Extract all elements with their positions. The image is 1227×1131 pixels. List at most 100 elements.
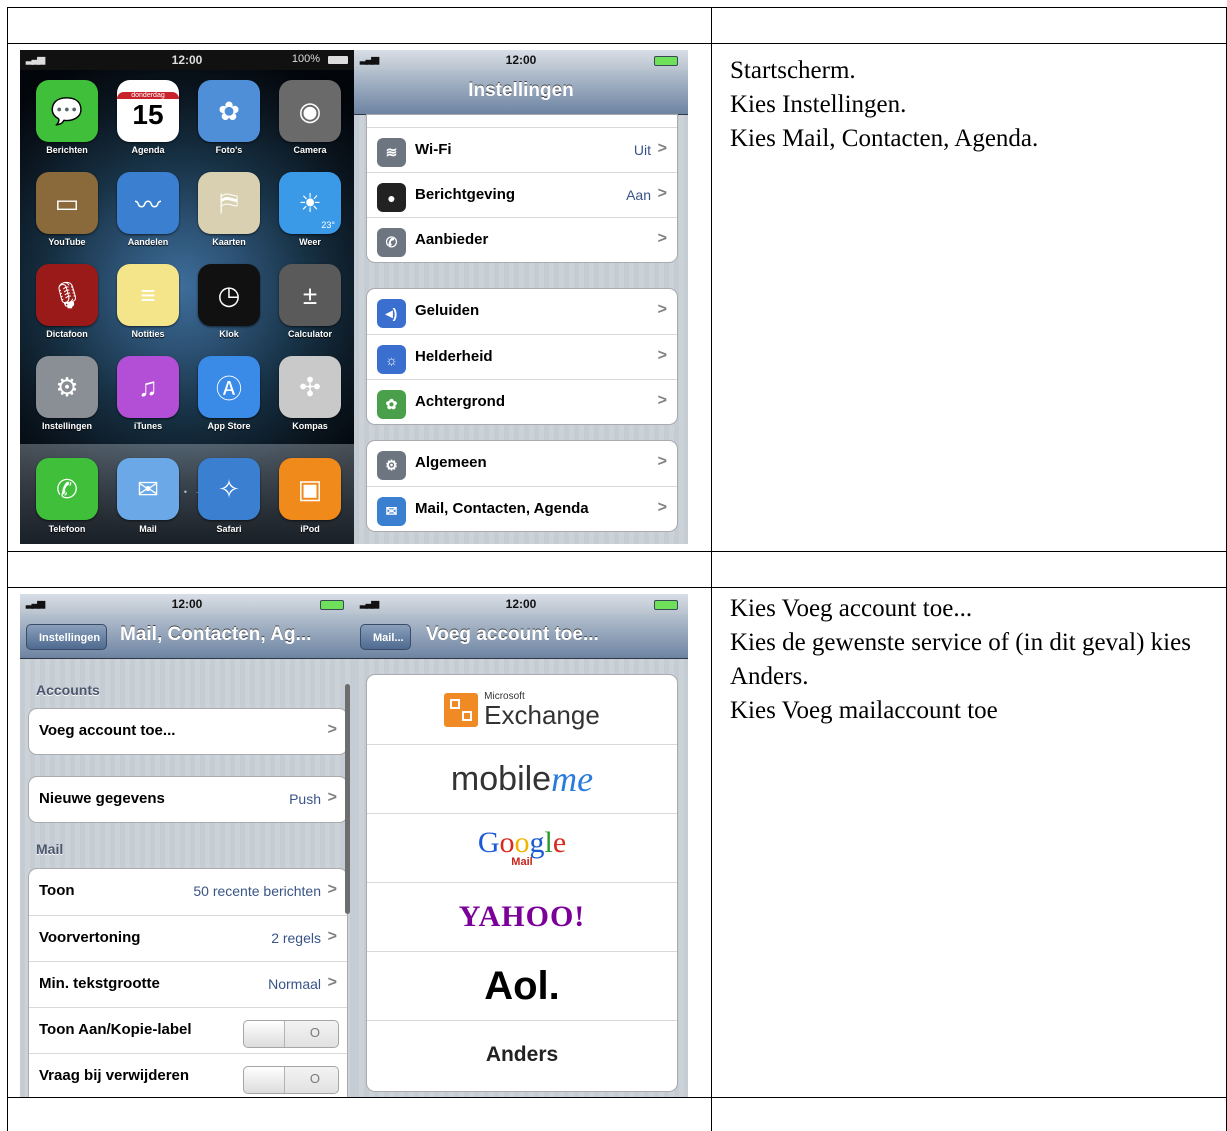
messages-icon[interactable]: 💬	[36, 80, 98, 142]
settings-row[interactable]: ⚙ Algemeen >	[367, 441, 677, 486]
ipod-icon[interactable]: ▣	[279, 458, 341, 520]
nav-title: Instellingen	[468, 80, 574, 101]
weather-temp: 23°	[321, 220, 335, 230]
instruction-line: Kies Voeg mailaccount toe	[730, 697, 998, 724]
toggle-state: O	[309, 1071, 320, 1086]
settings-row[interactable]: ✿ Achtergrond >	[367, 379, 677, 424]
app-label: Telefoon	[48, 524, 86, 534]
fetch-new-data-row[interactable]: Nieuwe gegevens Push >	[29, 777, 347, 822]
calculator-icon[interactable]: ±	[279, 264, 341, 326]
app-label: Kaarten	[212, 237, 246, 247]
settings-row[interactable]: ◂) Geluiden >	[367, 289, 677, 334]
settings-row-label: Aanbieder	[415, 231, 489, 248]
table-row-divider	[7, 587, 1227, 588]
dock: ✆ Telefoon ✉ Mail ✧ Safari ▣ iPod	[20, 444, 354, 544]
notifications-icon: ●	[377, 183, 406, 212]
battery-percent: 100%	[291, 53, 320, 65]
accounts-group: Voeg account toe... >	[28, 708, 348, 755]
toggle-switch[interactable]: O	[243, 1020, 339, 1048]
app-label: iTunes	[133, 421, 163, 431]
mail-option-value: 50 recente berichten	[193, 883, 321, 899]
settings-group: ≋ Wi-Fi Uit > ● Berichtgeving Aan > ✆ Aanbieder >	[366, 114, 678, 263]
mail-option-row[interactable]: Voorvertoning 2 regels >	[29, 915, 347, 960]
iphone-settings-screen: ▂▃▅ 12:00 Instellingen ≋ Wi-Fi Uit > ● Berich…	[354, 50, 688, 544]
chevron-right-icon: >	[327, 928, 337, 945]
voice-memos-icon[interactable]: 🎙	[36, 264, 98, 326]
toggle-switch[interactable]: O	[243, 1066, 339, 1094]
provider-other[interactable]: Anders	[367, 1020, 677, 1089]
mobileme-label-b: me	[551, 759, 594, 799]
stocks-icon[interactable]: 〰	[117, 172, 179, 234]
calendar-date: 15	[132, 98, 164, 130]
settings-group: ⚙ Algemeen > ✉ Mail, Contacten, Agenda >	[366, 440, 678, 532]
mail-option-label: Voorvertoning	[39, 929, 141, 946]
calendar-icon[interactable]: donderdag 15	[117, 80, 179, 142]
accounts-section-header: Accounts	[36, 682, 100, 698]
mail-option-label: Toon	[39, 882, 75, 899]
settings-row-label: Geluiden	[415, 302, 480, 319]
table-border-top	[7, 7, 1227, 8]
settings-row[interactable]: ≋ Wi-Fi Uit >	[367, 127, 677, 172]
chevron-right-icon: >	[657, 301, 667, 318]
settings-row-label: Algemeen	[415, 454, 487, 471]
settings-row-label: Wi-Fi	[415, 141, 452, 158]
nav-bar: Instellingen Mail, Contacten, Ag...	[20, 614, 354, 659]
iphone-mail-settings-screen: ▂▃▅ 12:00 Instellingen Mail, Contacten, …	[20, 594, 354, 1097]
photos-icon[interactable]: ✿	[198, 80, 260, 142]
nav-title: Mail, Contacten, Ag...	[120, 624, 312, 645]
settings-row-value: Aan	[626, 187, 651, 203]
step1-instructions: Startscherm. Kies Instellingen. Kies Mail,…	[730, 54, 1038, 156]
status-time: 12:00	[505, 53, 537, 67]
phone-icon[interactable]: ✆	[36, 458, 98, 520]
mail-toggle-row: Toon Aan/Kopie-label O	[29, 1007, 347, 1052]
provider-aol[interactable]: Aol.	[367, 951, 677, 1020]
add-account-row[interactable]: Voeg account toe... >	[29, 709, 347, 754]
app-label: Aandelen	[127, 237, 169, 247]
settings-gear-icon[interactable]: ⚙	[36, 356, 98, 418]
safari-icon[interactable]: ✧	[198, 458, 260, 520]
app-label: App Store	[207, 421, 251, 431]
app-label: Calculator	[287, 329, 332, 339]
google-letter: o	[499, 826, 515, 859]
weather-icon[interactable]: ☀ 23°	[279, 172, 341, 234]
settings-row[interactable]: ☼ Helderheid >	[367, 334, 677, 379]
settings-row-value: Uit	[633, 142, 651, 158]
settings-row[interactable]: ✆ Aanbieder >	[367, 217, 677, 262]
compass-icon[interactable]: ✣	[279, 356, 341, 418]
wallpaper-icon: ✿	[377, 390, 406, 419]
app-label: Weer	[299, 237, 321, 247]
mail-option-row[interactable]: Min. tekstgrootte Normaal >	[29, 961, 347, 1006]
back-button-instellingen[interactable]: Instellingen	[26, 624, 108, 650]
app-store-icon[interactable]: Ⓐ	[198, 356, 260, 418]
instruction-line: Kies de gewenste service of (in dit geva…	[730, 629, 1191, 690]
mail-option-row[interactable]: Toon 50 recente berichten >	[29, 869, 347, 914]
back-button-mail[interactable]: Mail...	[360, 624, 411, 650]
maps-icon[interactable]: ⛿	[198, 172, 260, 234]
provider-google[interactable]: Google Mail	[367, 813, 677, 882]
mobileme-label-a: mobile	[450, 759, 552, 798]
battery-icon	[654, 56, 678, 66]
chevron-right-icon: >	[657, 347, 667, 364]
scrollbar[interactable]	[345, 684, 350, 914]
settings-row-label: Berichtgeving	[415, 186, 516, 203]
mail-option-label: Min. tekstgrootte	[39, 975, 160, 992]
provider-exchange[interactable]: Microsoft Exchange	[367, 675, 677, 744]
battery-icon	[320, 600, 344, 610]
itunes-icon[interactable]: ♫	[117, 356, 179, 418]
app-label: Klok	[219, 329, 239, 339]
settings-row-label: Achtergrond	[415, 393, 505, 410]
settings-row[interactable]: ✉ Mail, Contacten, Agenda >	[367, 486, 677, 531]
youtube-icon[interactable]: ▭	[36, 172, 98, 234]
notes-icon[interactable]: ≡	[117, 264, 179, 326]
settings-row[interactable]: ● Berichtgeving Aan >	[367, 172, 677, 217]
provider-yahoo[interactable]: YAHOO!	[367, 882, 677, 951]
provider-mobileme[interactable]: mobile me	[367, 744, 677, 813]
chevron-right-icon: >	[657, 230, 667, 247]
app-label: Instellingen	[41, 421, 92, 431]
app-label: Notities	[131, 329, 165, 339]
clock-icon[interactable]: ◷	[198, 264, 260, 326]
camera-icon[interactable]: ◉	[279, 80, 341, 142]
mail-icon[interactable]: ✉	[117, 458, 179, 520]
instruction-line: Startscherm.	[730, 57, 856, 84]
google-letter: g	[529, 826, 545, 859]
